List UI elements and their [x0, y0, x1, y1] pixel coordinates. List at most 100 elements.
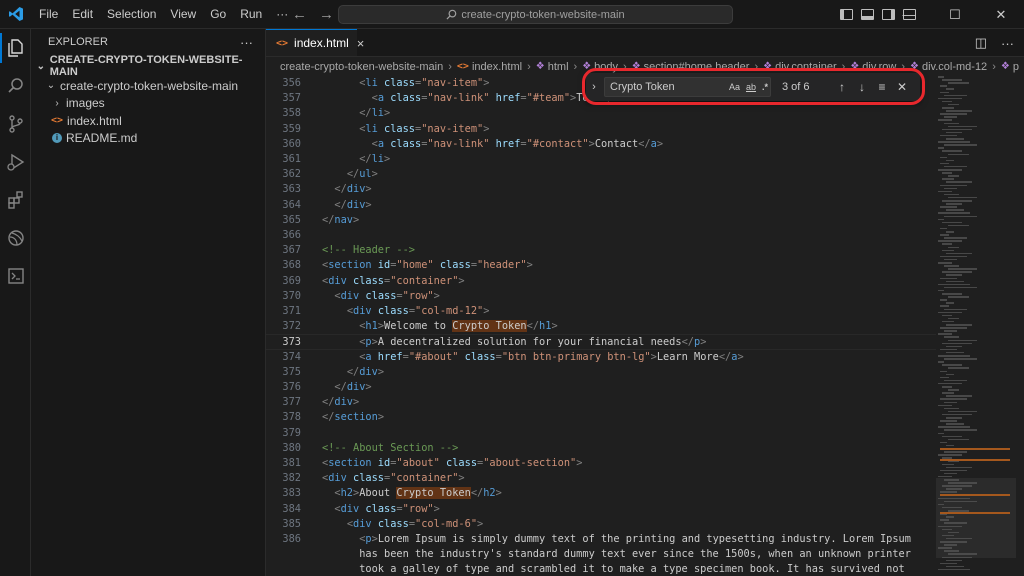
code-line[interactable]: 375 </div> — [266, 365, 936, 380]
code-line[interactable]: 366 — [266, 228, 936, 243]
toggle-panel-icon[interactable] — [861, 9, 874, 20]
breadcrumb-item[interactable]: create-crypto-token-website-main — [280, 61, 443, 73]
back-arrow-icon[interactable]: ← — [292, 6, 307, 23]
line-number: 362 — [282, 168, 301, 181]
code-line[interactable]: 361 </li> — [266, 152, 936, 167]
menu-run[interactable]: Run — [233, 0, 269, 29]
code-line[interactable]: 364 </div> — [266, 198, 936, 213]
minimap-line — [940, 227, 947, 230]
code-line[interactable]: 385 <div class="col-md-6"> — [266, 517, 936, 532]
code-line[interactable]: 362 </ul> — [266, 167, 936, 182]
split-editor-icon[interactable]: ◫ — [975, 35, 987, 51]
breadcrumb-item[interactable]: div.container — [775, 61, 837, 73]
forward-arrow-icon[interactable]: → — [319, 6, 334, 23]
editor-more-actions-icon[interactable]: ··· — [1001, 36, 1014, 51]
run-debug-icon[interactable] — [0, 143, 31, 181]
code-line[interactable]: 380 <!-- About Section --> — [266, 441, 936, 456]
code-line[interactable]: 378 </section> — [266, 410, 936, 425]
previous-match-arrow-up-icon[interactable]: ↑ — [832, 77, 852, 97]
breadcrumb-item[interactable]: index.html — [472, 61, 522, 73]
code-line[interactable]: 372 <h1>Welcome to Crypto Token</h1> — [266, 319, 936, 334]
line-number: 364 — [282, 198, 301, 211]
tab-index-html[interactable]: <> index.html × — [266, 29, 364, 56]
code-line[interactable]: 369 <div class="container"> — [266, 274, 936, 289]
minimap-line — [944, 237, 967, 239]
menu-selection[interactable]: Selection — [100, 0, 163, 29]
code-line[interactable]: 379 — [266, 426, 936, 441]
code-line[interactable]: 367 <!-- Header --> — [266, 243, 936, 258]
breadcrumb-separator-icon: › — [448, 60, 452, 73]
tab-close-icon[interactable]: × — [357, 36, 365, 51]
breadcrumb-item[interactable]: html — [548, 61, 569, 73]
code-line[interactable]: 360 <a class="nav-link" href="#contact">… — [266, 137, 936, 152]
tree-item-index-html[interactable]: <> index.html — [31, 112, 265, 130]
code-line[interactable]: 368 <section id="home" class="header"> — [266, 258, 936, 273]
match-case-toggle[interactable]: Aa — [729, 81, 740, 94]
extensions-icon[interactable] — [0, 181, 31, 219]
minimize-icon[interactable]: — — [886, 0, 932, 29]
code-line[interactable]: 363 </div> — [266, 182, 936, 197]
minimap-line — [938, 289, 944, 292]
code-line[interactable]: 374 <a href="#about" class="btn btn-prim… — [266, 350, 936, 365]
code-line[interactable]: 358 </li> — [266, 106, 936, 121]
code-line[interactable]: took a galley of type and scrambled it t… — [266, 562, 936, 576]
terminal-icon[interactable] — [0, 257, 31, 295]
maximize-icon[interactable]: ☐ — [932, 0, 978, 29]
code-line[interactable]: 381 <section id="about" class="about-sect… — [266, 456, 936, 471]
minimap-line — [944, 187, 957, 190]
breadcrumb-item[interactable]: div.col-md-12 — [922, 61, 987, 73]
minimap-line — [948, 438, 969, 441]
tree-item-folder-images[interactable]: › images — [31, 95, 265, 113]
menu-view[interactable]: View — [163, 0, 203, 29]
line-number: 361 — [282, 153, 301, 165]
use-regex-toggle[interactable]: .* — [762, 81, 768, 94]
find-input[interactable] — [605, 81, 715, 93]
close-window-icon[interactable]: ✕ — [978, 0, 1024, 29]
next-match-arrow-down-icon[interactable]: ↓ — [852, 77, 872, 97]
code-line[interactable]: 386 <p>Lorem Ipsum is simply dummy text … — [266, 532, 936, 547]
breadcrumb-item[interactable]: div.row — [862, 61, 896, 73]
code-line[interactable]: 371 <div class="col-md-12"> — [266, 304, 936, 319]
code-line[interactable]: 377 </div> — [266, 395, 936, 410]
code-line[interactable]: 384 <div class="row"> — [266, 502, 936, 517]
command-center[interactable]: create-crypto-token-website-main — [338, 5, 733, 24]
code-line[interactable]: has been the industry's standard dummy t… — [266, 547, 936, 562]
breadcrumb-item[interactable]: body — [594, 61, 618, 73]
tree-item-readme[interactable]: i README.md — [31, 130, 265, 148]
find-in-selection-icon[interactable]: ≡ — [872, 77, 892, 97]
breadcrumb-item[interactable]: p — [1013, 61, 1019, 73]
toggle-primary-sidebar-icon[interactable] — [840, 9, 853, 20]
breadcrumb-separator-icon: › — [841, 60, 846, 73]
minimap-line — [938, 497, 970, 500]
breadcrumb-separator-icon: › — [901, 60, 905, 73]
code-line[interactable]: 383 <h2>About Crypto Token</h2> — [266, 486, 936, 501]
toggle-replace-chevron-icon[interactable]: › — [586, 81, 602, 93]
minimap-slider[interactable] — [936, 478, 1016, 558]
code-line[interactable]: 359 <li class="nav-item"> — [266, 122, 936, 137]
code-line[interactable]: 370 <div class="row"> — [266, 289, 936, 304]
workspace-section-header[interactable]: ⌄ CREATE-CRYPTO-TOKEN-WEBSITE-MAIN — [31, 54, 265, 78]
remote-explorer-icon[interactable] — [0, 219, 31, 257]
minimap[interactable] — [936, 76, 1024, 576]
minimap-line — [940, 184, 967, 186]
breadcrumb-item[interactable]: section#home.header — [644, 61, 750, 73]
explorer-icon[interactable] — [0, 29, 31, 67]
menu-go[interactable]: Go — [203, 0, 233, 29]
code-line-text: </li> — [359, 107, 391, 120]
explorer-more-actions-icon[interactable]: ··· — [240, 35, 253, 50]
source-control-icon[interactable] — [0, 105, 31, 143]
code-line[interactable]: 382 <div class="container"> — [266, 471, 936, 486]
close-find-icon[interactable]: ✕ — [892, 77, 912, 97]
code-line[interactable]: 376 </div> — [266, 380, 936, 395]
code-line[interactable]: 365 </nav> — [266, 213, 936, 228]
tree-item-folder-root[interactable]: ⌄ create-crypto-token-website-main — [31, 77, 265, 95]
code-line[interactable]: 373 <p>A decentralized solution for your… — [266, 334, 936, 350]
search-view-icon[interactable] — [0, 67, 31, 105]
html-file-icon: <> — [456, 61, 469, 72]
title-bar: File Edit Selection View Go Run ··· ← → … — [0, 0, 1024, 29]
line-number: 356 — [282, 77, 301, 89]
menu-edit[interactable]: Edit — [65, 0, 100, 29]
code-editor[interactable]: 356 <li class="nav-item"> 357 <a class="n… — [266, 76, 936, 576]
menu-file[interactable]: File — [32, 0, 65, 29]
match-whole-word-toggle[interactable]: ab — [746, 81, 756, 94]
